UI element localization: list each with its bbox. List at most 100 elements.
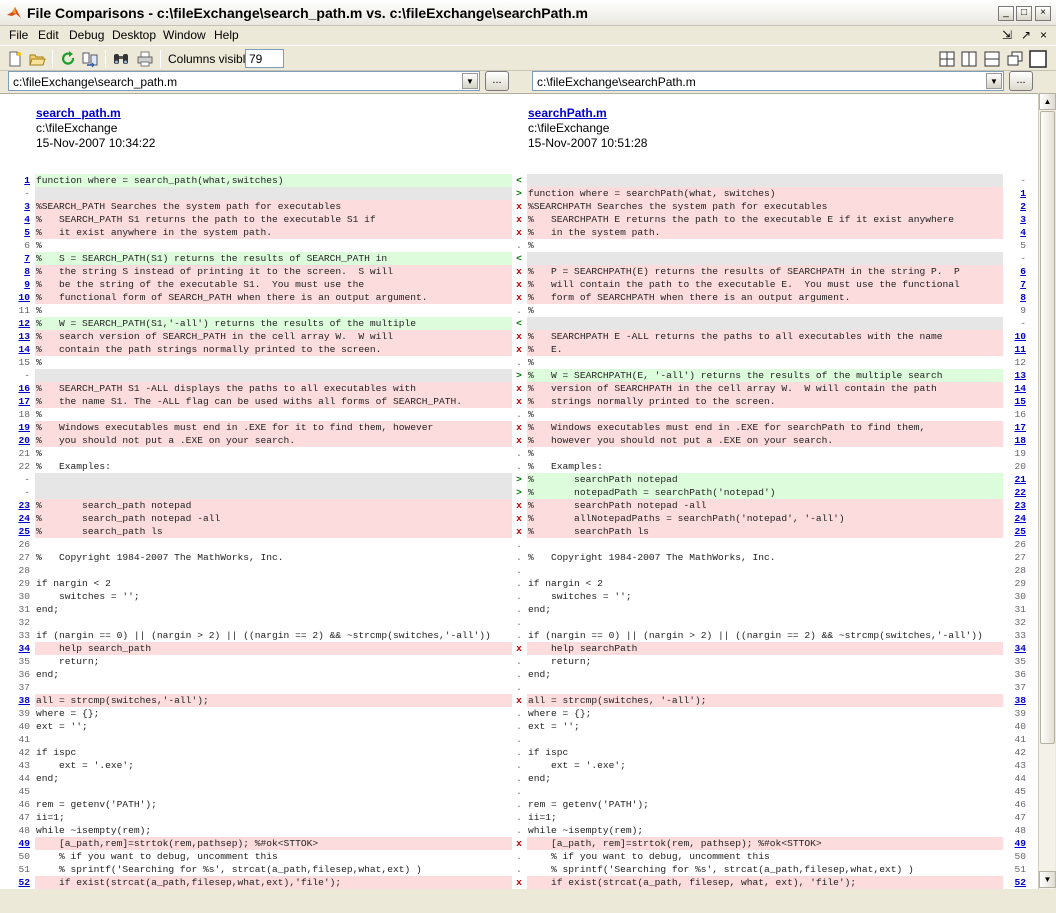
left-file-name-link[interactable]: search_path.m xyxy=(36,106,155,121)
minimize-button[interactable]: _ xyxy=(998,6,1014,21)
left-line-number[interactable]: 25 xyxy=(10,525,30,538)
left-line-number[interactable]: 16 xyxy=(10,382,30,395)
window-title: File Comparisons - c:\fileExchange\searc… xyxy=(27,5,588,21)
left-browse-button[interactable]: ... xyxy=(485,71,509,91)
left-line-number[interactable]: 14 xyxy=(10,343,30,356)
right-line-number: 45 xyxy=(1014,786,1026,797)
menu-debug[interactable]: Debug xyxy=(69,28,104,42)
scroll-down-icon[interactable]: ▼ xyxy=(1039,871,1056,888)
right-code-text: % W = SEARCHPATH(E, '-all') returns the … xyxy=(528,370,943,381)
left-line-number[interactable]: 7 xyxy=(10,252,30,265)
right-file-name-link[interactable]: searchPath.m xyxy=(528,106,647,121)
menu-edit[interactable]: Edit xyxy=(38,28,59,42)
right-line-number[interactable]: 14 xyxy=(1006,382,1026,395)
right-line-number[interactable]: 23 xyxy=(1006,499,1026,512)
scroll-up-icon[interactable]: ▲ xyxy=(1039,93,1056,110)
right-line-number[interactable]: 22 xyxy=(1006,486,1026,499)
tile-grid-icon[interactable] xyxy=(938,50,956,68)
right-line-number[interactable]: 2 xyxy=(1006,200,1026,213)
left-line-number[interactable]: 52 xyxy=(10,876,30,889)
right-line-number[interactable]: 34 xyxy=(1006,642,1026,655)
swap-sides-icon[interactable] xyxy=(81,50,99,68)
left-line-number[interactable]: 34 xyxy=(10,642,30,655)
right-line-number: 37 xyxy=(1014,682,1026,693)
left-line-number[interactable]: 49 xyxy=(10,837,30,850)
right-line-number[interactable]: 15 xyxy=(1006,395,1026,408)
title-bar: File Comparisons - c:\fileExchange\searc… xyxy=(0,0,1056,26)
maximize-button[interactable]: □ xyxy=(1016,6,1032,21)
diff-marker: < xyxy=(516,318,522,329)
right-file-combo[interactable]: c:\fileExchange\searchPath.m ▼ xyxy=(532,71,1004,91)
right-line-number[interactable]: 13 xyxy=(1006,369,1026,382)
maximize-pane-icon[interactable] xyxy=(1029,50,1047,68)
right-line-number[interactable]: 4 xyxy=(1006,226,1026,239)
right-line-number[interactable]: 10 xyxy=(1006,330,1026,343)
left-line-number[interactable]: 20 xyxy=(10,434,30,447)
dock-arrow-icon[interactable]: ↗ xyxy=(1021,28,1031,42)
open-folder-icon[interactable] xyxy=(28,50,46,68)
columns-visible-input[interactable]: 79 xyxy=(245,49,284,68)
left-line-number: 32 xyxy=(18,617,30,628)
left-line-number[interactable]: 9 xyxy=(10,278,30,291)
right-line-number[interactable]: 6 xyxy=(1006,265,1026,278)
right-line-number[interactable]: 3 xyxy=(1006,213,1026,226)
left-line-number[interactable]: 4 xyxy=(10,213,30,226)
left-line-number[interactable]: 10 xyxy=(10,291,30,304)
left-code-text: % the string S instead of printing it to… xyxy=(36,266,393,277)
menu-window[interactable]: Window xyxy=(163,28,206,42)
menu-file[interactable]: File xyxy=(9,28,28,42)
vertical-scrollbar[interactable]: ▲ ▼ xyxy=(1038,93,1056,889)
refresh-icon[interactable] xyxy=(59,50,77,68)
right-file-info: searchPath.m c:\fileExchange 15-Nov-2007… xyxy=(528,106,647,151)
right-line-number: 40 xyxy=(1014,721,1026,732)
top-bottom-split-icon[interactable] xyxy=(983,50,1001,68)
left-line-number[interactable]: 19 xyxy=(10,421,30,434)
diff-row: 18%.% 16 xyxy=(0,408,1038,421)
chevron-down-icon[interactable]: ▼ xyxy=(986,73,1002,89)
left-line-number[interactable]: 12 xyxy=(10,317,30,330)
right-line-number[interactable]: 11 xyxy=(1006,343,1026,356)
left-line-number[interactable]: 24 xyxy=(10,512,30,525)
right-line-number[interactable]: 49 xyxy=(1006,837,1026,850)
right-line-number[interactable]: 18 xyxy=(1006,434,1026,447)
left-line-number: 45 xyxy=(18,786,30,797)
new-file-icon[interactable] xyxy=(6,50,24,68)
left-code-text: % S = SEARCH_PATH(S1) returns the result… xyxy=(36,253,388,264)
right-line-number[interactable]: 24 xyxy=(1006,512,1026,525)
right-code-text: % searchPath notepad -all xyxy=(528,500,707,511)
undock-icon[interactable]: ⇲ xyxy=(1002,28,1012,42)
right-line-number[interactable]: 7 xyxy=(1006,278,1026,291)
left-file-combo[interactable]: c:\fileExchange\search_path.m ▼ xyxy=(8,71,480,91)
right-line-number[interactable]: 1 xyxy=(1006,187,1026,200)
left-line-number[interactable]: 38 xyxy=(10,694,30,707)
menu-help[interactable]: Help xyxy=(214,28,239,42)
close-button[interactable]: × xyxy=(1035,6,1051,21)
left-line-number[interactable]: 1 xyxy=(10,174,30,187)
menu-desktop[interactable]: Desktop xyxy=(112,28,156,42)
print-icon[interactable] xyxy=(136,50,154,68)
diff-marker: x xyxy=(516,526,522,537)
right-line-number[interactable]: 25 xyxy=(1006,525,1026,538)
left-code-text: % be the string of the executable S1. Yo… xyxy=(36,279,365,290)
left-line-number[interactable]: 5 xyxy=(10,226,30,239)
right-line-number[interactable]: 17 xyxy=(1006,421,1026,434)
right-line-number[interactable]: 52 xyxy=(1006,876,1026,889)
right-line-number[interactable]: 8 xyxy=(1006,291,1026,304)
diff-row: 5 % it exist anywhere in the system path.… xyxy=(0,226,1038,239)
diff-row: 21%.% 19 xyxy=(0,447,1038,460)
left-line-number[interactable]: 3 xyxy=(10,200,30,213)
left-line-number[interactable]: 17 xyxy=(10,395,30,408)
close-document-icon[interactable]: × xyxy=(1040,28,1047,42)
right-line-number[interactable]: 38 xyxy=(1006,694,1026,707)
right-browse-button[interactable]: ... xyxy=(1009,71,1033,91)
chevron-down-icon[interactable]: ▼ xyxy=(462,73,478,89)
left-line-number[interactable]: 23 xyxy=(10,499,30,512)
left-right-split-icon[interactable] xyxy=(960,50,978,68)
left-line-number[interactable]: 13 xyxy=(10,330,30,343)
float-windows-icon[interactable] xyxy=(1006,50,1024,68)
right-code-text: % SEARCHPATH E returns the path to the e… xyxy=(528,214,955,225)
scroll-thumb[interactable] xyxy=(1040,111,1055,744)
left-line-number[interactable]: 8 xyxy=(10,265,30,278)
right-line-number[interactable]: 21 xyxy=(1006,473,1026,486)
find-binoculars-icon[interactable] xyxy=(112,50,130,68)
